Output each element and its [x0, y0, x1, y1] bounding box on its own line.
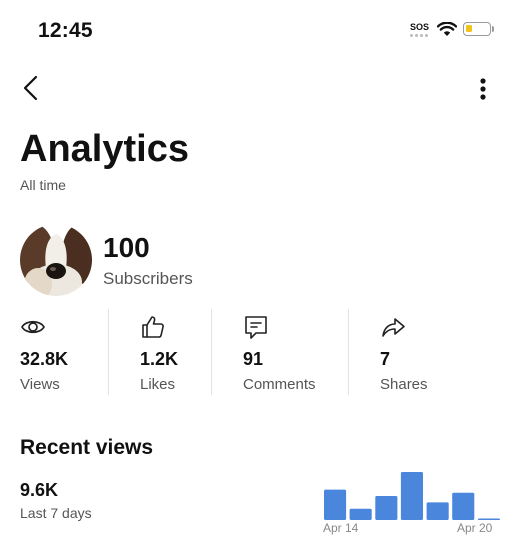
status-time: 12:45 — [38, 19, 93, 42]
chart-bar — [400, 472, 423, 520]
avatar — [20, 224, 92, 296]
recent-views-value: 9.6K — [20, 480, 59, 500]
chart-bar — [477, 518, 500, 520]
battery-icon — [463, 22, 491, 36]
more-options-icon[interactable] — [472, 76, 492, 102]
chart-bar — [349, 508, 372, 520]
recent-views-title: Recent views — [20, 436, 154, 459]
page-title: Analytics — [20, 128, 189, 170]
likes-value: 1.2K — [140, 349, 179, 369]
sos-label: SOS — [410, 22, 430, 32]
chart-bar — [375, 496, 398, 520]
chart-start-date: Apr 14 — [323, 521, 359, 535]
subscriber-count: 100 — [103, 232, 150, 263]
stat-divider — [348, 309, 349, 395]
subscriber-label: Subscribers — [103, 269, 193, 288]
back-chevron-icon[interactable] — [20, 74, 44, 102]
stat-divider — [211, 309, 212, 395]
chart-bar — [452, 492, 475, 520]
recent-views-period: Last 7 days — [20, 505, 92, 521]
eye-icon — [21, 320, 45, 334]
battery-tip — [492, 26, 494, 32]
comments-label: Comments — [243, 376, 316, 393]
views-value: 32.8K — [20, 349, 69, 369]
thumbs-up-icon — [142, 316, 164, 338]
chart-bar — [426, 502, 449, 520]
sos-indicator: SOS — [410, 23, 432, 37]
comments-value: 91 — [243, 349, 264, 369]
shares-label: Shares — [380, 376, 428, 393]
comment-icon — [245, 316, 267, 339]
wifi-icon — [437, 22, 457, 36]
signal-dots-icon — [410, 34, 432, 37]
shares-value: 7 — [380, 349, 391, 369]
recent-views-chart[interactable] — [320, 470, 500, 520]
views-label: Views — [20, 376, 60, 393]
stat-divider — [108, 309, 109, 395]
share-icon — [382, 318, 405, 337]
chart-end-date: Apr 20 — [457, 521, 493, 535]
chart-bar — [324, 489, 347, 520]
date-range-label: All time — [20, 177, 66, 193]
likes-label: Likes — [140, 376, 176, 393]
